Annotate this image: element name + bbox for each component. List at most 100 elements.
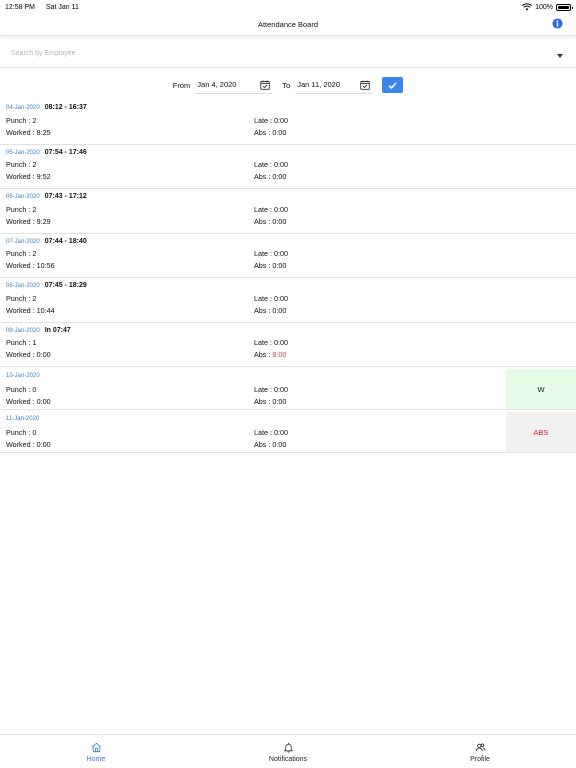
punch-count: Punch : 2: [6, 293, 37, 303]
from-label: From: [172, 80, 191, 90]
late-value: Late : 0:00: [254, 338, 288, 347]
late-value: Late : 0:00: [254, 293, 288, 303]
late-value: Late : 0:00: [254, 160, 288, 169]
abs-label: Abs :: [254, 305, 273, 315]
calendar-icon[interactable]: [260, 80, 271, 90]
tab-profile-label: Profile: [470, 756, 490, 763]
list-item[interactable]: 06-Jan-2020 07:43 - 17:12 Punch : 2 Late …: [0, 189, 576, 234]
chevron-down-icon[interactable]: [557, 54, 563, 58]
punch-count: Punch : 1: [6, 338, 37, 347]
attendance-list: 04-Jan-2020 08:12 - 16:37 Punch : 2 Late …: [0, 100, 576, 453]
worked-value: Worked : 9:52: [6, 172, 51, 181]
abs-label: Abs :: [254, 216, 273, 226]
list-item[interactable]: 10-Jan-2020 Punch : 0 Late : 0:00 Worked …: [0, 367, 576, 410]
abs-value: Abs : 0:00: [254, 397, 286, 406]
status-bar: 12:58 PM Sat Jan 11 100%: [0, 0, 576, 14]
page-title: Attendance Board: [257, 20, 319, 29]
record-date: 09-Jan-2020: [6, 327, 40, 334]
late-value: Late : 0:00: [254, 115, 288, 125]
row-header: 07-Jan-2020 07:44 - 18:40: [6, 238, 570, 248]
punch-count: Punch : 2: [6, 249, 37, 258]
calendar-icon[interactable]: [360, 80, 370, 90]
abs-value: Abs : 0:00: [254, 261, 286, 270]
status-date: Sat Jan 11: [45, 3, 79, 11]
home-icon: [91, 742, 101, 753]
to-label: To: [282, 80, 291, 90]
abs-value: Abs : 0:00: [254, 172, 286, 181]
worked-value: Worked : 0:00: [6, 439, 51, 449]
to-date-field[interactable]: Jan 11, 2020: [295, 77, 373, 94]
apply-filter-button[interactable]: [382, 77, 404, 93]
abs-number: 0:00: [272, 396, 287, 406]
abs-label: Abs :: [254, 350, 273, 359]
row-header: 04-Jan-2020 08:12 - 16:37: [6, 104, 570, 114]
tab-notifications[interactable]: Notifications: [192, 735, 384, 768]
abs-value: Abs : 8:00: [254, 350, 286, 359]
row-header: 06-Jan-2020 07:43 - 17:12: [6, 193, 570, 203]
nav-bar: Attendance Board: [0, 14, 576, 36]
punch-count: Punch : 0: [6, 427, 37, 437]
worked-value: Worked : 8:25: [6, 127, 51, 137]
late-value: Late : 0:00: [254, 204, 288, 214]
punch-count: Punch : 2: [6, 115, 37, 125]
late-value: Late : 0:00: [254, 249, 288, 258]
search-input[interactable]: [11, 50, 538, 57]
abs-number: 0:00: [272, 261, 287, 270]
record-time: In 07:47: [44, 326, 71, 334]
to-date-value[interactable]: Jan 11, 2020: [297, 80, 357, 89]
row-header: 11-Jan-2020: [6, 416, 570, 426]
abs-number: 0:00: [272, 127, 287, 137]
weekend-status-badge: W: [506, 369, 576, 409]
abs-label: Abs :: [254, 172, 273, 181]
list-item[interactable]: 05-Jan-2020 07:54 - 17:46 Punch : 2 Late …: [0, 145, 576, 189]
tab-home[interactable]: Home: [0, 735, 192, 768]
worked-value: Worked : 10:44: [6, 305, 55, 315]
record-date: 05-Jan-2020: [6, 149, 40, 156]
list-item[interactable]: 09-Jan-2020 In 07:47 Punch : 1 Late : 0:0…: [0, 323, 576, 367]
punch-count: Punch : 0: [6, 384, 37, 394]
abs-number: 0:00: [272, 216, 287, 226]
bell-icon: [283, 742, 293, 753]
late-value: Late : 0:00: [254, 427, 288, 437]
battery-icon: [556, 3, 573, 11]
info-icon[interactable]: [552, 18, 563, 29]
record-time: 07:45 - 18:29: [44, 282, 87, 289]
status-left: 12:58 PM Sat Jan 11: [5, 4, 88, 11]
abs-number: 8:00: [272, 350, 287, 359]
abs-number: 0:00: [272, 439, 287, 449]
record-date: 04-Jan-2020: [6, 105, 40, 111]
record-time: 08:12 - 16:37: [44, 104, 87, 111]
row-header: 10-Jan-2020: [6, 373, 570, 383]
abs-label: Abs :: [254, 439, 273, 449]
abs-value: Abs : 0:00: [254, 128, 286, 137]
list-item[interactable]: 07-Jan-2020 07:44 - 18:40 Punch : 2 Late …: [0, 234, 576, 278]
record-date: 10-Jan-2020: [6, 373, 40, 379]
worked-value: Worked : 9:29: [6, 216, 51, 226]
abs-label: Abs :: [254, 261, 273, 270]
list-item[interactable]: 04-Jan-2020 08:12 - 16:37 Punch : 2 Late …: [0, 100, 576, 145]
status-time: 12:58 PM: [5, 3, 35, 11]
from-date-field[interactable]: Jan 4, 2020: [195, 77, 273, 94]
record-time: 07:54 - 17:46: [44, 148, 87, 156]
worked-value: Worked : 0:00: [6, 396, 51, 406]
abs-value: Abs : 0:00: [254, 217, 286, 226]
wifi-icon: [522, 3, 533, 11]
tab-profile[interactable]: Profile: [384, 735, 576, 768]
record-date: 06-Jan-2020: [6, 194, 40, 200]
battery-percent: 100%: [535, 3, 553, 11]
status-right: 100%: [522, 3, 573, 11]
record-time: 07:43 - 17:12: [44, 193, 87, 200]
tab-notifications-label: Notifications: [268, 756, 308, 763]
abs-label: Abs :: [254, 127, 273, 137]
late-value: Late : 0:00: [254, 384, 288, 394]
employee-search[interactable]: [0, 40, 576, 68]
abs-value: Abs : 0:00: [254, 306, 286, 315]
abs-label: Abs :: [254, 396, 273, 406]
list-item[interactable]: 11-Jan-2020 Punch : 0 Late : 0:00 Worked …: [0, 410, 576, 453]
worked-value: Worked : 0:00: [6, 350, 51, 359]
punch-count: Punch : 2: [6, 204, 37, 214]
from-date-value[interactable]: Jan 4, 2020: [197, 80, 257, 89]
punch-count: Punch : 2: [6, 160, 37, 169]
list-item[interactable]: 08-Jan-2020 07:45 - 18:29 Punch : 2 Late …: [0, 278, 576, 323]
worked-value: Worked : 10:56: [6, 261, 55, 270]
